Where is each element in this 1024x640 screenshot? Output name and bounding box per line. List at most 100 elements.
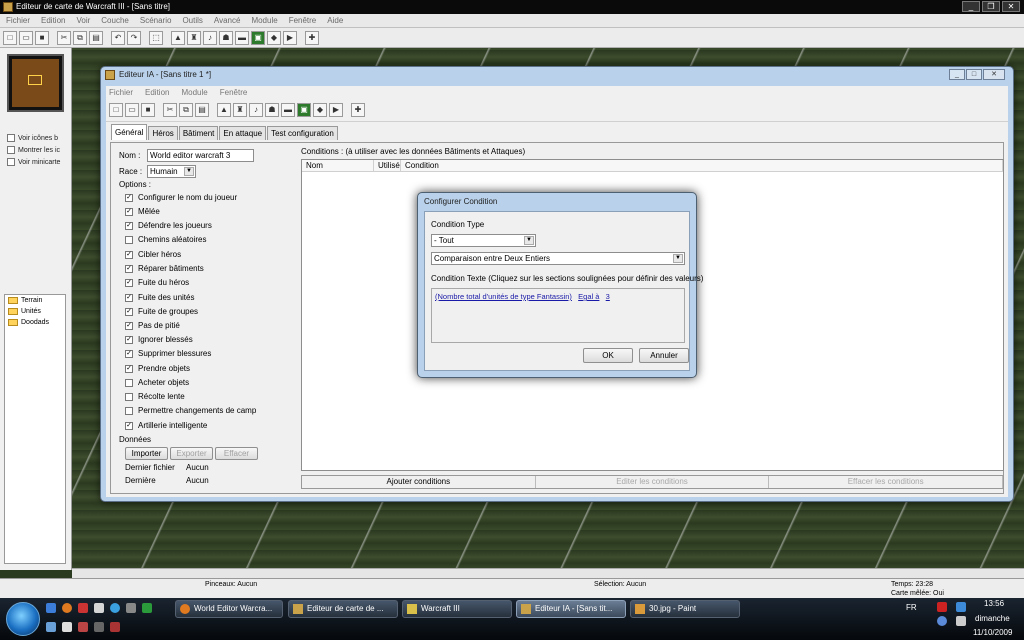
game-quick-icon[interactable] [110, 622, 120, 632]
sound-editor-icon[interactable]: ♪ [203, 30, 217, 45]
option-7[interactable]: ✓ Fuite des unités [125, 293, 194, 302]
object-editor-icon[interactable]: ☗ [265, 103, 279, 117]
object-manager-icon[interactable]: ◆ [267, 30, 281, 45]
task-map-editor[interactable]: Editeur de carte de ... [288, 600, 398, 618]
new-file-icon[interactable]: □ [3, 30, 17, 45]
show-icons-checkbox[interactable]: Voir icônes b [7, 134, 65, 142]
undo-icon[interactable]: ↶ [111, 30, 125, 45]
copy-icon[interactable]: ⧉ [179, 103, 193, 117]
green-quick-icon[interactable] [142, 603, 152, 613]
menu-avance[interactable]: Avancé [214, 14, 241, 27]
tray-quick-icon[interactable] [46, 622, 56, 632]
import-manager-icon[interactable]: ▶ [283, 30, 297, 45]
option-16[interactable]: ✓ Artillerie intelligente [125, 421, 207, 430]
option-5[interactable]: ✓ Réparer bâtiments [125, 264, 204, 273]
option-11[interactable]: ✓ Supprimer blessures [125, 349, 211, 358]
new-file-icon[interactable]: □ [109, 103, 123, 117]
paste-icon[interactable]: ▤ [195, 103, 209, 117]
save-icon[interactable]: ■ [141, 103, 155, 117]
tree-item-doodads[interactable]: Doodads [5, 317, 65, 328]
comparison-select[interactable]: Comparaison entre Deux Entiers ▼ [431, 252, 685, 265]
notes-quick-icon[interactable] [62, 622, 72, 632]
object-manager-icon[interactable]: ◆ [313, 103, 327, 117]
export-button[interactable]: Exporter [170, 447, 213, 460]
option-1[interactable]: ✓ Mêlée [125, 207, 160, 216]
test-map-icon[interactable]: ✚ [351, 103, 365, 117]
cancel-button[interactable]: Annuler [639, 348, 689, 363]
trigger-editor-icon[interactable]: ♜ [233, 103, 247, 117]
option-12[interactable]: ✓ Prendre objets [125, 364, 190, 373]
ai-menu-fenetre[interactable]: Fenêtre [220, 86, 248, 99]
ati-tray-icon[interactable] [937, 602, 947, 612]
column-utilise[interactable]: Utilisé [374, 160, 401, 172]
copy-icon[interactable]: ⧉ [73, 30, 87, 45]
close-button[interactable]: ✕ [1002, 1, 1020, 12]
delete-conditions-button[interactable]: Effacer les conditions [769, 476, 1004, 488]
clear-button[interactable]: Effacer [215, 447, 258, 460]
edit-conditions-button[interactable]: Editer les conditions [536, 476, 770, 488]
clock-time[interactable]: 13:56 [984, 599, 1004, 608]
name-input[interactable]: World editor warcraft 3 [147, 149, 254, 162]
language-indicator[interactable]: FR [906, 603, 917, 612]
option-10[interactable]: ✓ Ignorer blessés [125, 335, 193, 344]
test-map-icon[interactable]: ✚ [305, 30, 319, 45]
show-icons-2-checkbox[interactable]: Montrer les ic [7, 146, 65, 154]
option-3[interactable]: Chemins aléatoires [125, 235, 206, 244]
object-editor-icon[interactable]: ☗ [219, 30, 233, 45]
app-quick-icon[interactable] [78, 603, 88, 613]
race-select[interactable]: Humain ▼ [147, 165, 196, 178]
ai-close-button[interactable]: ✕ [983, 69, 1005, 80]
explorer-quick-icon[interactable] [94, 603, 104, 613]
menu-edition[interactable]: Edition [41, 14, 65, 27]
network-tray-icon[interactable] [956, 602, 966, 612]
show-desktop-icon[interactable] [46, 603, 56, 613]
menu-voir[interactable]: Voir [76, 14, 90, 27]
option-2[interactable]: ✓ Défendre les joueurs [125, 221, 212, 230]
trigger-editor-icon[interactable]: ♜ [187, 30, 201, 45]
task-ai-editor[interactable]: Editeur IA - [Sans tit... [516, 600, 626, 618]
condition-operator-link[interactable]: Egal à [578, 292, 599, 301]
volume-icon[interactable] [956, 616, 966, 626]
column-nom[interactable]: Nom [302, 160, 374, 172]
ai-menu-edition[interactable]: Edition [145, 86, 169, 99]
tab-general[interactable]: Général [111, 124, 148, 140]
menu-outils[interactable]: Outils [182, 14, 202, 27]
condition-type-select[interactable]: - Tout ▼ [431, 234, 536, 247]
open-folder-icon[interactable]: ▭ [125, 103, 139, 117]
tool-quick-icon[interactable] [126, 603, 136, 613]
minimap[interactable] [7, 54, 64, 112]
option-14[interactable]: Récolte lente [125, 392, 185, 401]
option-0[interactable]: ✓ Configurer le nom du joueur [125, 193, 237, 202]
ai-menu-module[interactable]: Module [181, 86, 207, 99]
campaign-editor-icon[interactable]: ▬ [281, 103, 295, 117]
paste-icon[interactable]: ▤ [89, 30, 103, 45]
ai-editor-icon[interactable]: ▣ [251, 30, 265, 45]
save-icon[interactable]: ■ [35, 30, 49, 45]
cut-icon[interactable]: ✂ [57, 30, 71, 45]
option-13[interactable]: Acheter objets [125, 378, 189, 387]
terrain-editor-icon[interactable]: ▲ [217, 103, 231, 117]
show-minimap-checkbox[interactable]: Voir minicarte [7, 158, 65, 166]
firefox-icon[interactable] [62, 603, 72, 613]
condition-value-link[interactable]: 3 [606, 292, 610, 301]
import-manager-icon[interactable]: ▶ [329, 103, 343, 117]
option-15[interactable]: Permettre changements de camp [125, 406, 256, 415]
option-4[interactable]: ✓ Cibler héros [125, 250, 181, 259]
start-button[interactable] [6, 602, 40, 636]
column-condition[interactable]: Condition [401, 160, 1003, 172]
ok-button[interactable]: OK [583, 348, 633, 363]
menu-module[interactable]: Module [251, 14, 277, 27]
menu-fenetre[interactable]: Fenêtre [289, 14, 317, 27]
task-warcraft[interactable]: Warcraft III [402, 600, 512, 618]
tab-en-attaque[interactable]: En attaque [219, 126, 267, 140]
ie-icon[interactable] [110, 603, 120, 613]
select-icon[interactable]: ⬚ [149, 30, 163, 45]
menu-scenario[interactable]: Scénario [140, 14, 172, 27]
option-9[interactable]: ✓ Pas de pitié [125, 321, 180, 330]
tree-item-unites[interactable]: Unités [5, 306, 65, 317]
import-button[interactable]: Importer [125, 447, 168, 460]
open-folder-icon[interactable]: ▭ [19, 30, 33, 45]
menu-fichier[interactable]: Fichier [6, 14, 30, 27]
option-6[interactable]: ✓ Fuite du héros [125, 278, 189, 287]
cut-icon[interactable]: ✂ [163, 103, 177, 117]
